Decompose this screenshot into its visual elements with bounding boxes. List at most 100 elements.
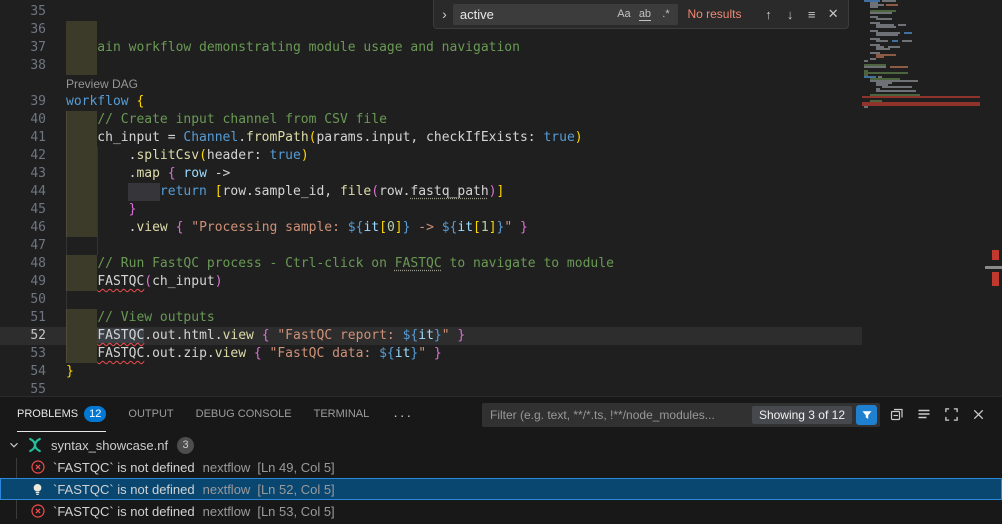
find-query-text: active	[460, 7, 614, 22]
panel-actions	[886, 403, 989, 425]
error-marker	[992, 272, 999, 286]
file-name: syntax_showcase.nf	[51, 438, 168, 453]
close-panel-icon[interactable]	[967, 403, 989, 425]
codelens[interactable]: Preview DAG	[0, 75, 862, 93]
code-line[interactable]: 43 .map { row ->	[0, 165, 862, 183]
line-number: 51	[0, 309, 46, 327]
file-problem-count-badge: 3	[177, 437, 194, 454]
line-number: 55	[0, 381, 46, 396]
code-line[interactable]: 53 FASTQC.out.zip.view { "FastQC data: $…	[0, 345, 862, 363]
code-line[interactable]: 50	[0, 291, 862, 309]
error-icon	[30, 459, 46, 475]
problem-location: [Ln 53, Col 5]	[257, 504, 334, 519]
vscode-window: 3536/*37 * Main workflow demonstrating m…	[0, 0, 1002, 524]
problem-row[interactable]: `FASTQC` is not defined nextflow [Ln 52, C…	[0, 478, 1002, 500]
line-number: 47	[0, 237, 46, 255]
filter-placeholder: Filter (e.g. text, **/*.ts, !**/node_mod…	[490, 408, 752, 422]
showing-badge: Showing 3 of 12	[752, 406, 852, 424]
next-match-icon[interactable]: ↓	[779, 7, 801, 22]
cursor-marker	[985, 266, 1002, 269]
match-case-icon[interactable]: Aa	[613, 8, 634, 20]
code-line[interactable]: 46 .view { "Processing sample: ${it[0]} …	[0, 219, 862, 237]
indent-guide	[66, 111, 67, 363]
line-number: 53	[0, 345, 46, 363]
problem-source: nextflow	[203, 482, 251, 497]
problem-message: `FASTQC` is not defined	[53, 460, 195, 475]
problem-source: nextflow	[203, 460, 251, 475]
problem-location: [Ln 49, Col 5]	[257, 460, 334, 475]
overview-ruler[interactable]	[985, 0, 1002, 396]
line-number: 50	[0, 291, 46, 309]
regex-icon[interactable]: .*	[655, 8, 676, 20]
nextflow-file-icon	[27, 437, 44, 453]
code-line[interactable]: 40 // Create input channel from CSV file	[0, 111, 862, 129]
view-as-table-icon[interactable]	[913, 403, 935, 425]
error-icon	[30, 503, 46, 519]
line-number: 39	[0, 93, 46, 111]
toggle-replace-chevron-icon[interactable]: ›	[436, 6, 453, 22]
code-line[interactable]: 44 return [row.sample_id, file(row.fastq…	[0, 183, 862, 201]
code-line[interactable]: 54}	[0, 363, 862, 381]
code-line[interactable]: 45 }	[0, 201, 862, 219]
find-input[interactable]: active Aa ab .*	[453, 4, 679, 25]
lightbulb-icon	[30, 482, 46, 497]
problems-tree: syntax_showcase.nf 3 `FASTQC` is not defin…	[0, 432, 1002, 522]
line-number: 49	[0, 273, 46, 291]
problem-location: [Ln 52, Col 5]	[257, 482, 334, 497]
close-find-icon[interactable]: ✕	[822, 6, 844, 22]
find-status: No results	[678, 7, 757, 21]
line-number: 35	[0, 3, 46, 21]
line-number: 40	[0, 111, 46, 129]
find-in-selection-icon[interactable]: ≡	[801, 7, 823, 22]
problem-row[interactable]: `FASTQC` is not defined nextflow [Ln 49, C…	[0, 456, 1002, 478]
more-tabs-icon[interactable]: ···	[393, 407, 413, 423]
previous-match-icon[interactable]: ↑	[758, 7, 780, 22]
code-area[interactable]: 3536/*37 * Main workflow demonstrating m…	[0, 0, 862, 396]
line-number: 41	[0, 129, 46, 147]
tab-problems[interactable]: PROBLEMS 12	[17, 397, 106, 432]
problem-message: `FASTQC` is not defined	[53, 504, 195, 519]
code-line[interactable]: 55	[0, 381, 862, 396]
whole-word-icon[interactable]: ab	[634, 8, 655, 20]
problems-filter-input[interactable]: Filter (e.g. text, **/*.ts, !**/node_mod…	[482, 403, 880, 427]
minimap[interactable]	[862, 0, 985, 396]
bottom-panel: PROBLEMS 12 OUTPUT DEBUG CONSOLE TERMINA…	[0, 396, 1002, 524]
error-marker	[992, 250, 999, 260]
code-line[interactable]: 41 ch_input = Channel.fromPath(params.in…	[0, 129, 862, 147]
line-number: 45	[0, 201, 46, 219]
problem-source: nextflow	[203, 504, 251, 519]
tab-problems-label: PROBLEMS	[17, 408, 78, 420]
line-number: 42	[0, 147, 46, 165]
tab-terminal[interactable]: TERMINAL	[314, 397, 370, 432]
code-line[interactable]: 52 FASTQC.out.html.view { "FastQC report…	[0, 327, 862, 345]
chevron-down-icon[interactable]	[6, 438, 22, 452]
code-line[interactable]: 37 * Main workflow demonstrating module …	[0, 39, 862, 57]
problems-count-badge: 12	[84, 406, 106, 422]
filter-funnel-icon[interactable]	[856, 405, 877, 425]
maximize-panel-icon[interactable]	[940, 403, 962, 425]
line-number: 48	[0, 255, 46, 273]
indent-guide	[97, 147, 98, 255]
line-number: 38	[0, 57, 46, 75]
editor: 3536/*37 * Main workflow demonstrating m…	[0, 0, 1002, 396]
problems-file-row[interactable]: syntax_showcase.nf 3	[0, 434, 1002, 456]
line-number: 43	[0, 165, 46, 183]
line-number: 52	[0, 327, 46, 345]
code-line[interactable]: 49 FASTQC(ch_input)	[0, 273, 862, 291]
code-line[interactable]: 39workflow {	[0, 93, 862, 111]
minimap-line	[862, 108, 985, 110]
line-number: 44	[0, 183, 46, 201]
problem-row[interactable]: `FASTQC` is not defined nextflow [Ln 53, C…	[0, 500, 1002, 522]
code-line[interactable]: 48 // Run FastQC process - Ctrl-click on…	[0, 255, 862, 273]
code-line[interactable]: 38 */	[0, 57, 862, 75]
code-line[interactable]: 51 // View outputs	[0, 309, 862, 327]
tab-output[interactable]: OUTPUT	[128, 397, 173, 432]
tab-debug-console[interactable]: DEBUG CONSOLE	[196, 397, 292, 432]
code-line[interactable]: 42 .splitCsv(header: true)	[0, 147, 862, 165]
code-line[interactable]: 47	[0, 237, 862, 255]
line-number: 37	[0, 39, 46, 57]
problem-message: `FASTQC` is not defined	[53, 482, 195, 497]
line-number: 54	[0, 363, 46, 381]
line-number: 46	[0, 219, 46, 237]
collapse-all-icon[interactable]	[886, 403, 908, 425]
